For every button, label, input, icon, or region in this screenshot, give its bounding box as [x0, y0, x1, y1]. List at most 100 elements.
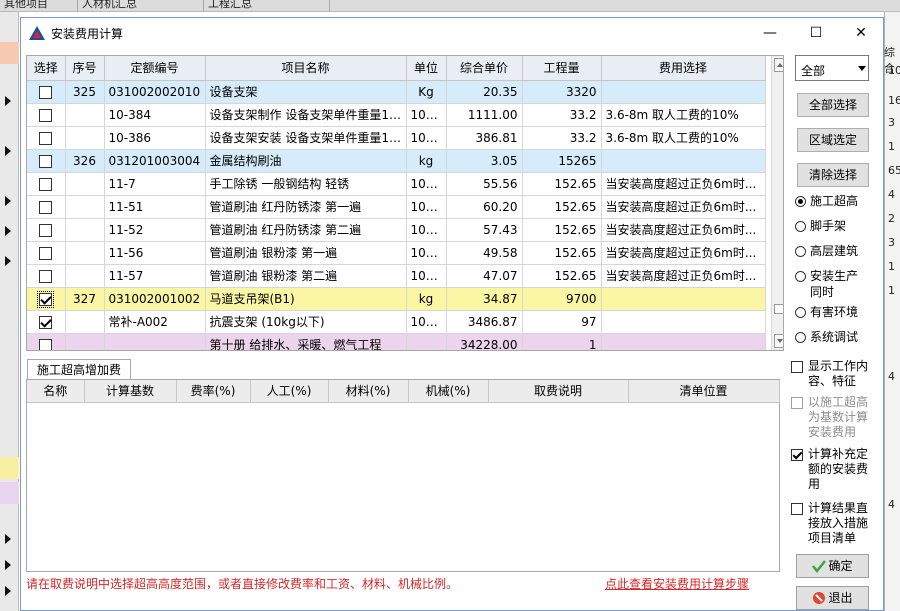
radio-dot[interactable]: [795, 332, 806, 343]
col-header-unit[interactable]: 单位: [406, 56, 447, 81]
table-row[interactable]: 326 031201003004 金属结构刷油 kg 3.05 15265: [27, 149, 766, 173]
row-expand-icon[interactable]: [5, 96, 11, 106]
close-button[interactable]: ✕: [839, 18, 883, 48]
row-select-cell[interactable]: [27, 126, 66, 150]
rate-col-position[interactable]: 清单位置: [628, 380, 780, 403]
row-checkbox[interactable]: [39, 338, 53, 350]
row-select-cell[interactable]: [27, 241, 66, 265]
radio-dot[interactable]: [795, 221, 806, 232]
row-select-cell[interactable]: [27, 172, 66, 196]
row-expand-icon[interactable]: [5, 256, 11, 266]
minimize-button[interactable]: —: [748, 18, 792, 48]
row-checkbox[interactable]: [39, 223, 53, 237]
row-fee-select[interactable]: 当安装高度超过正负6m时...: [601, 218, 766, 242]
row-select-cell[interactable]: [27, 310, 66, 334]
rate-col-base[interactable]: 计算基数: [84, 380, 177, 403]
row-fee-select[interactable]: [601, 287, 766, 311]
table-row[interactable]: 11-7 手工除锈 一般钢结构 轻锈 100kg 55.56 152.65 当安装高度超过…: [27, 172, 766, 196]
bg-tab-other-items[interactable]: 其他项目: [0, 0, 78, 12]
checkbox[interactable]: [791, 503, 803, 515]
table-row[interactable]: 10-384 设备支架制作 设备支架单件重量10... 100kg 1111.00 33…: [27, 103, 766, 127]
row-expand-icon[interactable]: [5, 226, 11, 236]
col-header-code[interactable]: 定额编号: [104, 56, 206, 81]
table-row[interactable]: 10-386 设备支架安装 设备支架单件重量10... 100kg 386.81 33.…: [27, 126, 766, 150]
rate-col-material[interactable]: 材料(%): [328, 380, 409, 403]
row-expand-icon[interactable]: [5, 146, 11, 156]
table-row[interactable]: 327 031002001002 马道支吊架(B1) kg 34.87 9700: [27, 287, 766, 311]
row-expand-icon[interactable]: [5, 534, 11, 544]
row-fee-select[interactable]: [601, 149, 766, 173]
checkbox[interactable]: [791, 361, 803, 373]
ok-button[interactable]: 确定: [796, 554, 869, 578]
scroll-down-icon[interactable]: [774, 334, 783, 348]
rate-col-desc[interactable]: 取费说明: [488, 380, 629, 403]
row-checkbox[interactable]: [37, 290, 55, 308]
row-select-cell[interactable]: [27, 333, 66, 350]
row-fee-select[interactable]: 3.6-8m 取人工费的10%: [601, 126, 766, 150]
select-all-button[interactable]: 全部选择: [797, 93, 869, 117]
row-expand-icon[interactable]: [5, 196, 11, 206]
maximize-button[interactable]: ☐: [794, 18, 838, 48]
table-row[interactable]: 325 031002002010 设备支架 Kg 20.35 3320: [27, 80, 766, 104]
row-select-cell[interactable]: [27, 218, 66, 242]
radio-dot[interactable]: [795, 246, 806, 257]
row-checkbox[interactable]: [39, 108, 53, 122]
row-checkbox[interactable]: [39, 315, 53, 329]
select-range-button[interactable]: 区域选定: [797, 128, 869, 152]
col-header-fee[interactable]: 费用选择: [601, 56, 766, 81]
bg-tab-summary[interactable]: 工程汇总: [204, 0, 330, 12]
scroll-thumb[interactable]: [774, 304, 783, 314]
row-checkbox[interactable]: [39, 269, 53, 283]
calc-steps-link[interactable]: 点此查看安装费用计算步骤: [605, 575, 749, 592]
bg-tab-materials[interactable]: 人材机汇总: [78, 0, 204, 12]
radio-dot[interactable]: [795, 307, 806, 318]
table-row[interactable]: 11-56 管道刷油 银粉漆 第一遍 100kg 49.58 152.65 当安装高度超过…: [27, 241, 766, 265]
grid-scrollbar[interactable]: [771, 56, 783, 350]
dialog-titlebar[interactable]: 安装费用计算 — ☐ ✕: [21, 18, 883, 48]
row-select-cell[interactable]: [27, 103, 66, 127]
row-fee-select[interactable]: 当安装高度超过正负6m时...: [601, 264, 766, 288]
row-fee-select[interactable]: 当安装高度超过正负6m时...: [601, 172, 766, 196]
scope-dropdown[interactable]: 全部: [795, 55, 869, 81]
row-select-cell[interactable]: [27, 264, 66, 288]
checkbox[interactable]: [791, 449, 803, 461]
row-checkbox[interactable]: [39, 200, 53, 214]
table-row[interactable]: 11-57 管道刷油 银粉漆 第二遍 100kg 47.07 152.65 当安装高度超过…: [27, 264, 766, 288]
row-fee-select[interactable]: 3.6-8m 取人工费的10%: [601, 103, 766, 127]
rate-col-machine[interactable]: 机械(%): [408, 380, 489, 403]
row-fee-select[interactable]: 当安装高度超过正负6m时...: [601, 241, 766, 265]
col-header-select[interactable]: 选择: [27, 56, 66, 81]
row-expand-icon[interactable]: [5, 560, 11, 570]
check-put-into-measures[interactable]: 计算结果直接放入措施项目清单: [791, 501, 871, 546]
row-fee-select[interactable]: 当安装高度超过正负6m时...: [601, 195, 766, 219]
clear-selection-button[interactable]: 清除选择: [797, 163, 869, 187]
exit-button[interactable]: 退出: [796, 586, 869, 610]
rate-col-rate[interactable]: 费率(%): [176, 380, 251, 403]
table-row[interactable]: 常补-A002 抗震支架 (10kg以下) 100kg 3486.87 97: [27, 310, 766, 334]
row-checkbox[interactable]: [39, 131, 53, 145]
row-checkbox[interactable]: [39, 85, 53, 99]
row-select-cell[interactable]: [27, 195, 66, 219]
row-checkbox[interactable]: [39, 177, 53, 191]
col-header-seq[interactable]: 序号: [65, 56, 105, 81]
table-row[interactable]: 11-51 管道刷油 红丹防锈漆 第一遍 100kg 60.20 152.65 当安装高度…: [27, 195, 766, 219]
row-checkbox[interactable]: [39, 246, 53, 260]
tab-construction-height[interactable]: 施工超高增加费: [27, 359, 131, 380]
table-row[interactable]: 11-52 管道刷油 红丹防锈漆 第二遍 100kg 57.43 152.65 当安装高度…: [27, 218, 766, 242]
check-show-work-content[interactable]: 显示工作内容、特征: [791, 359, 871, 389]
check-calc-supplementary[interactable]: 计算补充定额的安装费用: [791, 447, 871, 492]
row-fee-select[interactable]: [601, 333, 766, 350]
row-expand-icon[interactable]: [5, 586, 11, 596]
rate-col-name[interactable]: 名称: [27, 380, 85, 403]
row-select-cell[interactable]: [27, 287, 66, 311]
row-select-cell[interactable]: [27, 149, 66, 173]
row-select-cell[interactable]: [27, 80, 66, 104]
row-fee-select[interactable]: [601, 310, 766, 334]
col-header-qty[interactable]: 工程量: [522, 56, 602, 81]
radio-dot[interactable]: [795, 196, 806, 207]
scroll-up-icon[interactable]: [774, 58, 783, 72]
rate-col-labor[interactable]: 人工(%): [250, 380, 329, 403]
table-row[interactable]: 第十册 给排水、采暖、燃气工程 34228.00 1: [27, 333, 766, 350]
row-fee-select[interactable]: [601, 80, 766, 104]
row-checkbox[interactable]: [39, 154, 53, 168]
